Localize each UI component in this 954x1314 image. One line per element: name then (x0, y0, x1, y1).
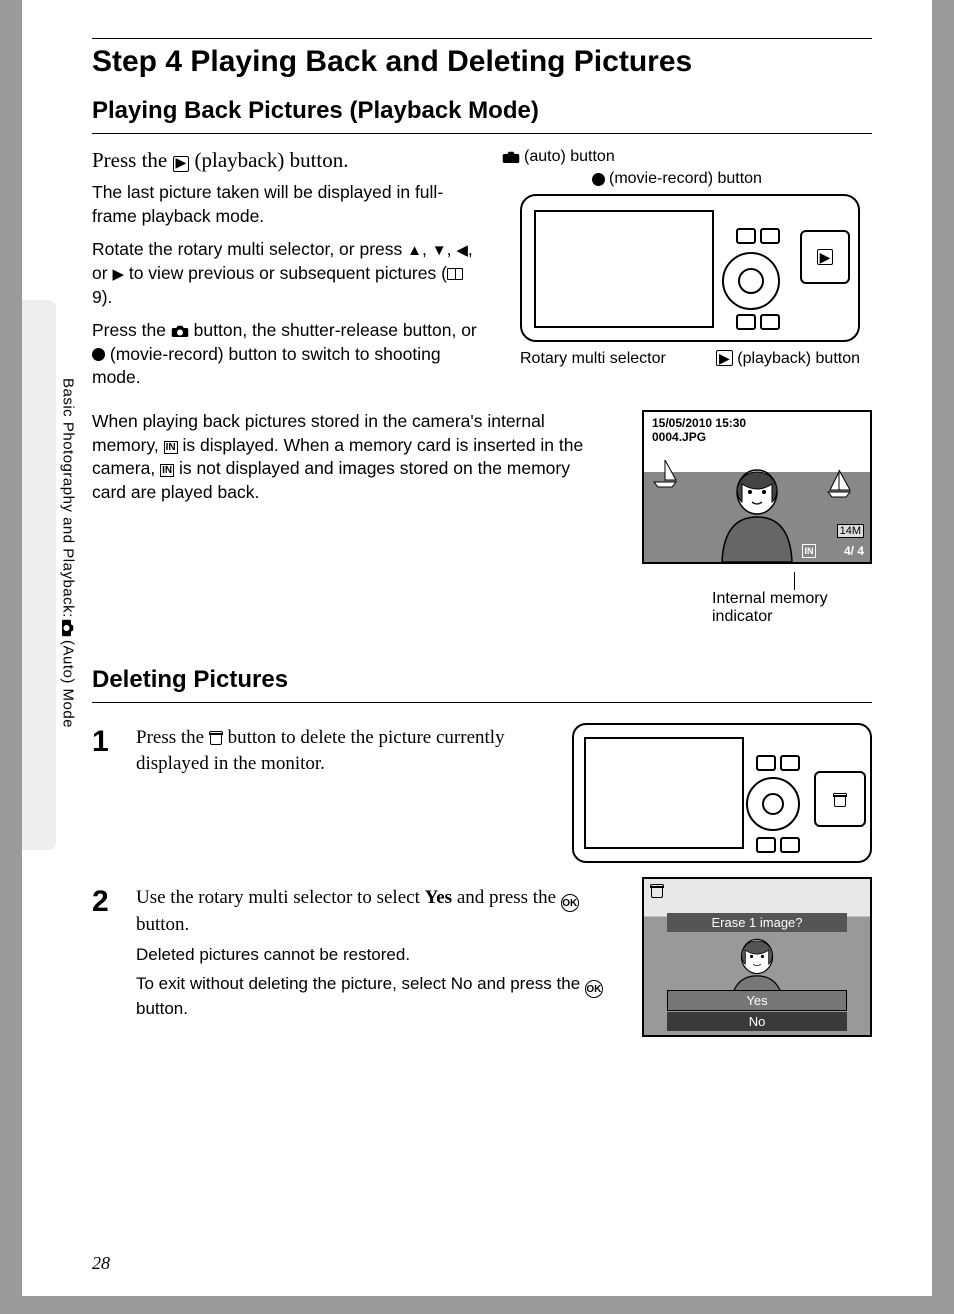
trash-icon (833, 792, 847, 807)
internal-memory-icon: IN (160, 464, 174, 477)
step-number: 1 (92, 725, 122, 776)
camera-icon (502, 150, 520, 164)
rotary-selector-label: Rotary multi selector (520, 350, 666, 368)
para-1: The last picture taken will be displayed… (92, 181, 478, 228)
yes-text: Yes (425, 887, 452, 908)
rotary-selector-icon (746, 777, 800, 831)
step-1: 1 Press the button to delete the picture… (92, 725, 530, 776)
record-dot-icon (592, 173, 605, 186)
erase-dialog-screenshot: Erase 1 image? Yes No (642, 877, 872, 1037)
image-mode-badge: 14M (837, 524, 864, 538)
dialog-no-option: No (667, 1012, 848, 1031)
no-text: No (451, 974, 473, 993)
playback-button-label: ▶ (playback) button (716, 350, 860, 368)
trash-icon (209, 730, 223, 745)
manual-page: Basic Photography and Playback: (Auto) M… (22, 0, 932, 1296)
sailboat-icon (826, 468, 852, 498)
section-rule (92, 133, 872, 134)
manual-ref-icon (447, 268, 463, 280)
internal-memory-indicator: IN (802, 544, 816, 558)
instruction-heading: Press the ▶ (playback) button. (92, 148, 478, 173)
page-number: 28 (92, 1253, 110, 1274)
section-rule (92, 702, 872, 703)
playback-icon: ▶ (716, 350, 733, 366)
ok-button-icon: OK (561, 894, 579, 912)
timestamp: 15/05/2010 15:30 (652, 416, 746, 430)
rotary-selector-icon (722, 252, 780, 310)
camera-back-illustration: ▶ (520, 194, 860, 342)
para-4: When playing back pictures stored in the… (92, 410, 608, 505)
step-number: 2 (92, 885, 122, 1021)
side-label-before: Basic Photography and Playback: (60, 378, 77, 618)
camera-diagram: (auto) button (movie-record) button ▶ Ro… (502, 148, 872, 400)
image-count: 4/ 4 (844, 544, 864, 558)
down-triangle-icon: ▼ (432, 242, 447, 259)
playback-icon: ▶ (173, 156, 190, 172)
sailboat-icon (652, 458, 678, 488)
dialog-yes-option: Yes (667, 990, 848, 1011)
step-2: 2 Use the rotary multi selector to selec… (92, 885, 618, 1021)
para-2: Rotate the rotary multi selector, or pre… (92, 238, 478, 309)
page-title: Step 4 Playing Back and Deleting Picture… (92, 45, 872, 79)
note-1: Deleted pictures cannot be restored. (136, 944, 618, 967)
record-dot-icon (92, 348, 105, 361)
left-triangle-icon: ◀ (456, 242, 468, 259)
para-3: Press the button, the shutter-release bu… (92, 319, 478, 390)
section-deleting-title: Deleting Pictures (92, 666, 872, 694)
memory-indicator-caption: Internal memory indicator (632, 572, 872, 626)
camera-icon (61, 619, 75, 639)
camera-icon (171, 324, 189, 338)
side-label-after: (Auto) Mode (60, 640, 77, 728)
filename: 0004.JPG (652, 430, 706, 444)
side-tab (22, 300, 56, 850)
ok-button-icon: OK (585, 980, 603, 998)
right-triangle-icon: ▶ (112, 266, 124, 283)
side-section-label: Basic Photography and Playback: (Auto) M… (58, 378, 78, 728)
note-2: To exit without deleting the picture, se… (136, 973, 618, 1021)
auto-button-label: (auto) button (524, 148, 615, 166)
person-illustration (712, 462, 802, 562)
internal-memory-icon: IN (164, 441, 178, 454)
delete-button-flap (814, 771, 866, 827)
up-triangle-icon: ▲ (407, 242, 422, 259)
dialog-question: Erase 1 image? (667, 913, 848, 932)
section-playback-title: Playing Back Pictures (Playback Mode) (92, 97, 872, 125)
top-rule (92, 38, 872, 39)
camera-back-illustration (572, 723, 872, 863)
lcd-screenshot: 15/05/2010 15:30 0004.JPG 14M IN 4/ 4 (642, 410, 872, 564)
playback-button-flap: ▶ (800, 230, 850, 284)
trash-icon (650, 883, 664, 898)
movie-record-label: (movie-record) button (609, 170, 762, 188)
